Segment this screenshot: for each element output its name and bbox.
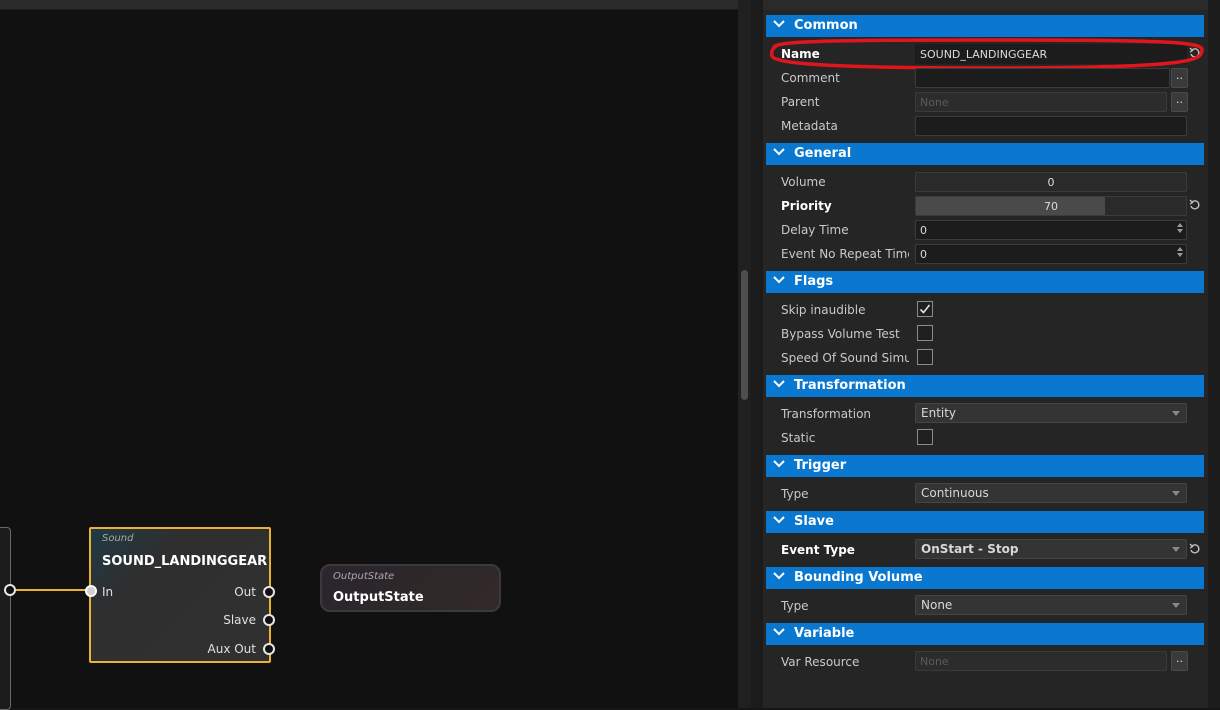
- chevron-down-icon: [773, 460, 785, 468]
- red-annotation-ellipse: [769, 38, 1204, 70]
- graph-scrollbar[interactable]: [738, 0, 751, 708]
- in-port[interactable]: [85, 585, 97, 597]
- var-resource-browse-button[interactable]: ..: [1171, 651, 1188, 671]
- skip-inaudible-label: Skip inaudible: [781, 303, 866, 317]
- section-transformation-header[interactable]: Transformation: [766, 375, 1204, 397]
- comment-label: Comment: [781, 71, 840, 85]
- aux-out-port-label: Aux Out: [207, 642, 257, 656]
- parent-label: Parent: [781, 95, 820, 109]
- var-resource-label: Var Resource: [781, 655, 860, 669]
- bypass-volume-label: Bypass Volume Test: [781, 327, 900, 341]
- speed-of-sound-label: Speed Of Sound Simulation: [781, 351, 909, 365]
- speed-of-sound-checkbox[interactable]: [917, 349, 933, 365]
- section-variable-header[interactable]: Variable: [766, 623, 1204, 645]
- static-checkbox[interactable]: [917, 429, 933, 445]
- dropdown-arrow-icon: [1172, 547, 1180, 552]
- section-title: General: [794, 146, 852, 161]
- delay-time-label: Delay Time: [781, 223, 849, 237]
- section-trigger-header[interactable]: Trigger: [766, 455, 1204, 477]
- graph-toolbar-strip: [0, 0, 738, 10]
- section-title: Variable: [794, 626, 855, 641]
- event-no-repeat-input[interactable]: 0: [915, 244, 1187, 264]
- section-bounding-volume-header[interactable]: Bounding Volume: [766, 567, 1204, 589]
- trigger-type-dropdown[interactable]: Continuous: [915, 483, 1187, 503]
- slave-port[interactable]: [263, 614, 275, 626]
- event-type-dropdown[interactable]: OnStart - Stop: [915, 539, 1187, 559]
- event-type-label: Event Type: [781, 543, 855, 557]
- var-resource-field[interactable]: None: [915, 651, 1167, 671]
- section-title: Trigger: [794, 458, 847, 473]
- chevron-down-icon: [773, 516, 785, 524]
- section-title: Bounding Volume: [794, 570, 923, 585]
- out-port[interactable]: [263, 586, 275, 598]
- priority-slider-fill: [916, 197, 1105, 215]
- previous-node-output-port[interactable]: [4, 584, 16, 596]
- in-port-label: In: [102, 585, 114, 599]
- event-no-repeat-label: Event No Repeat Time: [781, 247, 909, 261]
- bounding-type-value: None: [921, 598, 953, 612]
- section-slave-header[interactable]: Slave: [766, 511, 1204, 533]
- section-general-header[interactable]: General: [766, 143, 1204, 165]
- comment-edit-button[interactable]: ..: [1171, 68, 1188, 88]
- section-title: Common: [794, 18, 858, 33]
- bounding-type-dropdown[interactable]: None: [915, 595, 1187, 615]
- aux-out-port[interactable]: [263, 643, 275, 655]
- previous-node[interactable]: [0, 527, 11, 710]
- sound-node[interactable]: Sound SOUND_LANDINGGEAR In Out Slave Aux…: [85, 527, 275, 663]
- section-title: Flags: [794, 274, 834, 289]
- priority-slider[interactable]: 70: [915, 196, 1187, 216]
- node-type-label: Sound: [102, 533, 134, 544]
- transformation-value: Entity: [921, 406, 957, 420]
- slave-port-label: Slave: [223, 613, 256, 627]
- priority-label: Priority: [781, 199, 832, 213]
- panel-top-strip: [763, 0, 1220, 10]
- out-port-label: Out: [234, 585, 256, 599]
- volume-label: Volume: [781, 175, 826, 189]
- transformation-label: Transformation: [781, 407, 872, 421]
- metadata-label: Metadata: [781, 119, 838, 133]
- event-type-value: OnStart - Stop: [921, 542, 1019, 556]
- chevron-down-icon: [773, 572, 785, 580]
- trigger-type-label: Type: [781, 487, 809, 501]
- metadata-field[interactable]: [915, 116, 1187, 136]
- panel-scrollbar[interactable]: [1208, 0, 1220, 708]
- reset-icon[interactable]: [1188, 542, 1202, 556]
- reset-icon[interactable]: [1188, 198, 1202, 212]
- node-title: SOUND_LANDINGGEAR: [102, 554, 268, 569]
- section-title: Slave: [794, 514, 834, 529]
- section-flags-header[interactable]: Flags: [766, 271, 1204, 293]
- section-title: Transformation: [794, 378, 906, 393]
- section-common-header[interactable]: Common: [766, 15, 1204, 37]
- panel-splitter[interactable]: [751, 0, 763, 708]
- delay-time-input[interactable]: 0: [915, 220, 1187, 240]
- checkmark-icon: [919, 304, 931, 314]
- static-label: Static: [781, 431, 816, 445]
- trigger-type-value: Continuous: [921, 486, 989, 500]
- transformation-dropdown[interactable]: Entity: [915, 403, 1187, 423]
- chevron-down-icon: [773, 628, 785, 636]
- chevron-down-icon: [773, 380, 785, 388]
- connection-wire: [9, 589, 91, 591]
- parent-field[interactable]: None: [915, 92, 1167, 112]
- dropdown-arrow-icon: [1172, 411, 1180, 416]
- comment-field[interactable]: [915, 68, 1170, 88]
- chevron-down-icon: [773, 20, 785, 28]
- priority-value: 70: [1044, 200, 1058, 213]
- skip-inaudible-checkbox[interactable]: [917, 301, 933, 317]
- event-no-repeat-stepper[interactable]: [1174, 245, 1186, 263]
- volume-slider[interactable]: 0: [915, 172, 1187, 192]
- chevron-down-icon: [773, 276, 785, 284]
- volume-value: 0: [1047, 176, 1055, 189]
- delay-time-stepper[interactable]: [1174, 221, 1186, 239]
- node-type-label: OutputState: [333, 571, 395, 582]
- chevron-down-icon: [773, 148, 785, 156]
- output-state-node[interactable]: OutputState OutputState: [320, 564, 501, 612]
- graph-scrollbar-thumb[interactable]: [741, 270, 748, 400]
- node-title: OutputState: [333, 590, 424, 605]
- parent-browse-button[interactable]: ..: [1171, 92, 1188, 112]
- bypass-volume-checkbox[interactable]: [917, 325, 933, 341]
- dropdown-arrow-icon: [1172, 491, 1180, 496]
- bounding-type-label: Type: [781, 599, 809, 613]
- dropdown-arrow-icon: [1172, 603, 1180, 608]
